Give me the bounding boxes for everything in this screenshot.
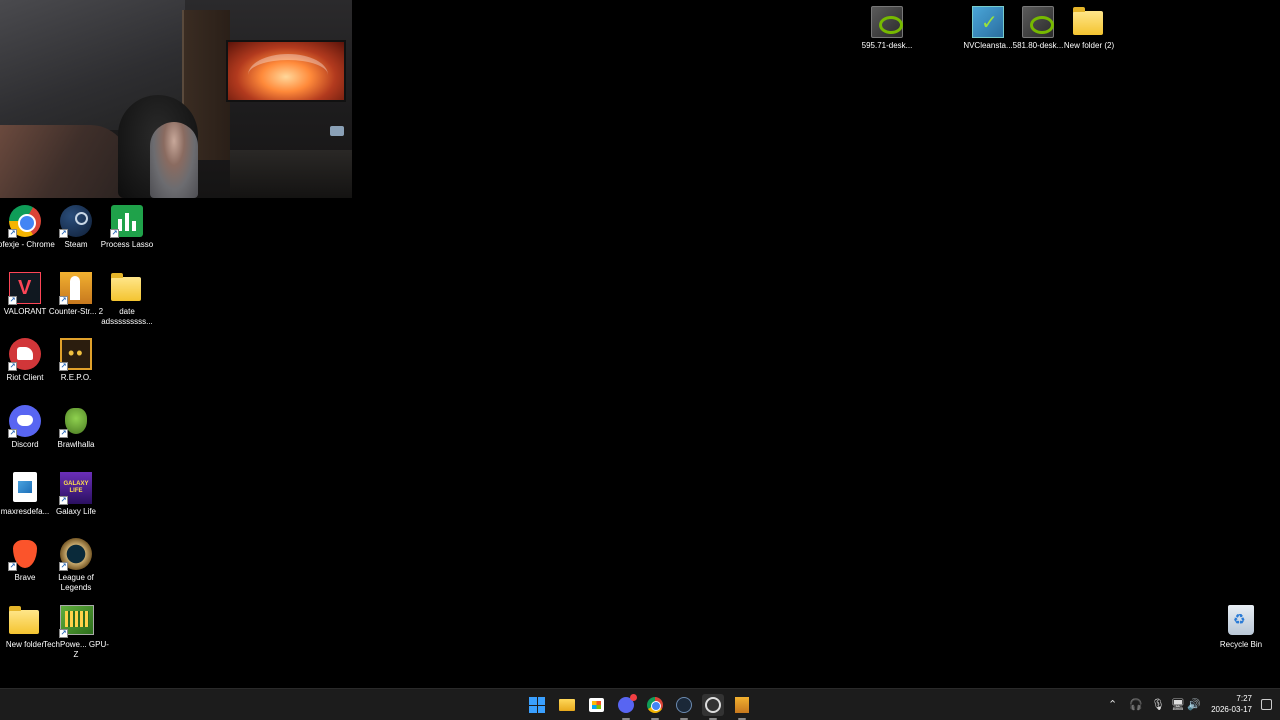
chrome-icon <box>647 697 663 713</box>
shortcut-arrow-icon: ↗ <box>8 562 17 571</box>
webcam-overlay <box>0 0 352 198</box>
shortcut-arrow-icon: ↗ <box>59 496 68 505</box>
shortcut-arrow-icon: ↗ <box>8 296 17 305</box>
webcam-tv-fireplace <box>226 40 346 102</box>
shortcut-arrow-icon: ↗ <box>8 362 17 371</box>
volume-icon[interactable]: 🔊 <box>1187 698 1201 711</box>
shortcut-arrow-icon: ↗ <box>59 229 68 238</box>
network-icon[interactable]: 🖥 <box>1171 698 1185 711</box>
desktop-icon-label: Brawlhalla <box>57 440 95 449</box>
desktop-icon-label: Process Lasso <box>100 240 154 249</box>
nvcleanstall-icon <box>972 6 1004 38</box>
image-file-icon <box>13 472 37 502</box>
shortcut-arrow-icon: ↗ <box>59 629 68 638</box>
folder-icon <box>9 606 39 634</box>
start-button[interactable] <box>526 694 548 716</box>
desktop-icon-label: League of Legends <box>58 573 94 592</box>
webcam-person <box>150 122 198 198</box>
webcam-bed <box>0 125 130 198</box>
steam-icon <box>676 697 692 713</box>
desktop-icon-label: TechPowe... GPU-Z <box>43 640 109 659</box>
microphone-icon[interactable]: 🎙 <box>1151 698 1165 711</box>
desktop-icon-gpu-z[interactable]: ↗ TechPowe... GPU-Z <box>42 605 110 660</box>
desktop-icon-label: Galaxy Life <box>55 507 97 516</box>
windows-logo-icon <box>529 697 545 713</box>
taskbar-chrome[interactable] <box>644 694 666 720</box>
shortcut-arrow-icon: ↗ <box>59 362 68 371</box>
headset-icon[interactable]: 🎧 <box>1129 698 1143 711</box>
chevron-up-icon[interactable]: ⌃ <box>1108 698 1117 711</box>
notification-icon[interactable] <box>1261 699 1272 710</box>
shortcut-arrow-icon: ↗ <box>59 296 68 305</box>
shortcut-arrow-icon: ↗ <box>8 229 17 238</box>
webcam-lamp <box>330 126 344 136</box>
nvidia-icon <box>871 6 903 38</box>
desktop-icon-label: 595.71-desk... <box>861 41 913 50</box>
shortcut-arrow-icon: ↗ <box>59 562 68 571</box>
shortcut-arrow-icon: ↗ <box>8 429 17 438</box>
desktop-icon-date-folder[interactable]: date adsssssssss... <box>93 272 161 327</box>
desktop-icon-galaxy-life[interactable]: ↗ Galaxy Life <box>42 472 110 517</box>
taskbar-steam[interactable] <box>673 694 695 720</box>
webcam-desk <box>230 150 352 198</box>
nvidia-icon <box>1022 6 1054 38</box>
desktop-icon-new-folder-2[interactable]: New folder (2) <box>1055 6 1123 51</box>
taskbar-microsoft-store[interactable] <box>585 694 607 716</box>
taskbar-counter-strike-2[interactable] <box>731 694 753 720</box>
desktop-icon-brawlhalla[interactable]: ↗ Brawlhalla <box>42 405 110 450</box>
clock-date: 2026-03-17 <box>1211 705 1252 714</box>
desktop-icon-league-of-legends[interactable]: ↗ League of Legends <box>42 538 110 593</box>
counter-strike-icon <box>735 697 749 713</box>
recycle-bin-icon <box>1228 605 1254 635</box>
desktop-icon-label: R.E.P.O. <box>60 373 92 382</box>
desktop-icon-label: New folder (2) <box>1063 41 1115 50</box>
system-clock[interactable]: 7:27 2026-03-17 <box>1211 693 1252 715</box>
taskbar-discord[interactable] <box>615 694 637 720</box>
shortcut-arrow-icon: ↗ <box>59 429 68 438</box>
taskbar-obs[interactable] <box>702 694 724 720</box>
folder-icon <box>1073 7 1103 35</box>
clock-time: 7:27 <box>1236 694 1252 703</box>
taskbar: ⌃ 🎧 🎙 🖥 🔊 7:27 2026-03-17 <box>0 688 1280 720</box>
shortcut-arrow-icon: ↗ <box>110 229 119 238</box>
desktop-icon-label: date adsssssssss... <box>101 307 153 326</box>
desktop-icon-recycle-bin[interactable]: Recycle Bin <box>1207 605 1275 650</box>
discord-icon <box>618 694 637 713</box>
desktop-icon-595-driver[interactable]: 595.71-desk... <box>853 6 921 51</box>
file-explorer-icon <box>559 699 575 711</box>
desktop-icon-repo[interactable]: ↗ R.E.P.O. <box>42 338 110 383</box>
desktop-icon-label: Recycle Bin <box>1219 640 1263 649</box>
store-icon <box>588 698 604 712</box>
taskbar-file-explorer[interactable] <box>556 694 578 716</box>
folder-icon <box>111 273 141 301</box>
obs-icon <box>705 697 721 713</box>
desktop-icon-process-lasso[interactable]: ↗ Process Lasso <box>93 205 161 250</box>
